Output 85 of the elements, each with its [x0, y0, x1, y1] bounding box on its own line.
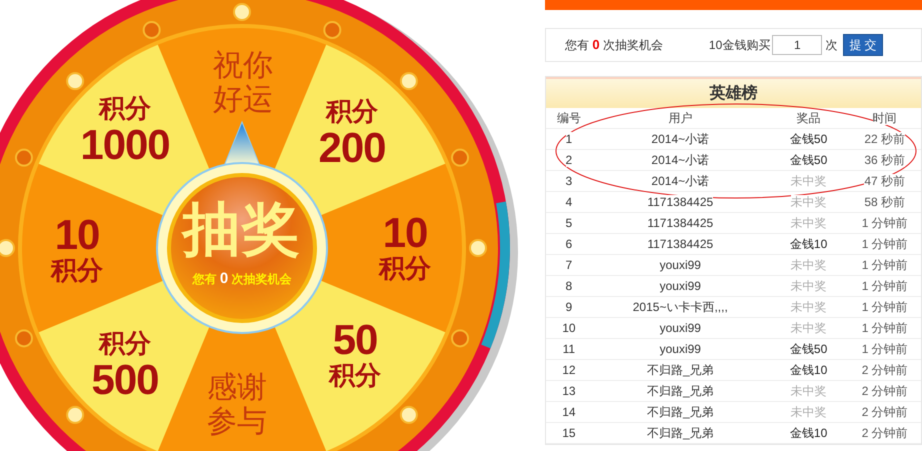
time-ago: 22 秒前	[864, 132, 906, 146]
prize-name: 金钱10	[790, 237, 828, 251]
time-ago: 1 分钟前	[862, 237, 908, 251]
column-header: 奖品	[796, 111, 821, 125]
prize-amount: 50	[332, 319, 378, 361]
column-header: 时间	[872, 111, 897, 125]
prize-name: 未中奖	[790, 405, 827, 419]
time-ago: 2 分钟前	[862, 363, 908, 377]
row-number: 2	[566, 153, 572, 167]
prize-name: 未中奖	[790, 279, 827, 293]
prize-name: 未中奖	[790, 300, 827, 314]
prize-label: 积分	[329, 361, 381, 391]
user-name: 1171384425	[647, 216, 714, 230]
prize-label: 积分	[326, 97, 378, 127]
time-ago: 1 分钟前	[862, 279, 908, 293]
prize-label: 积分	[99, 94, 151, 124]
prize-amount: 500	[92, 359, 158, 401]
user-name: 2014~小诺	[651, 153, 710, 167]
prize-text: 感谢 参与	[206, 371, 268, 439]
prize-name: 未中奖	[790, 258, 827, 272]
user-name: 2015~い卡卡西,,,,	[632, 300, 728, 314]
unit-label: 次	[825, 37, 838, 54]
row-number: 8	[566, 279, 572, 293]
column-header: 编号	[556, 111, 581, 125]
prize-name: 未中奖	[790, 195, 827, 209]
time-ago: 2 分钟前	[862, 405, 908, 419]
row-number: 14	[562, 405, 576, 419]
row-number: 10	[562, 321, 576, 335]
row-number: 7	[566, 258, 572, 272]
prize-name: 未中奖	[790, 321, 827, 335]
prize-name: 金钱50	[790, 342, 828, 356]
prize-name: 金钱10	[790, 426, 828, 440]
prize-amount: 10	[54, 214, 100, 256]
user-name: 不归路_兄弟	[646, 405, 714, 419]
prize-amount: 10	[382, 212, 428, 254]
prize-amount: 1000	[80, 124, 170, 166]
prize-name: 金钱50	[790, 153, 828, 167]
row-number: 6	[566, 237, 572, 251]
user-name: youxi99	[660, 279, 701, 293]
row-number: 11	[562, 342, 576, 356]
user-name: 不归路_兄弟	[646, 384, 714, 398]
purchase-label: 10金钱购买	[708, 37, 770, 54]
row-number: 3	[566, 174, 572, 188]
prize-name: 未中奖	[790, 216, 827, 230]
submit-button[interactable]: 提 交	[843, 34, 883, 56]
chance-text: 您有 0 次抽奖机会	[565, 36, 663, 54]
user-name: 2014~小诺	[651, 132, 710, 146]
user-name: 不归路_兄弟	[646, 363, 714, 377]
prize-name: 金钱50	[790, 132, 828, 146]
time-ago: 36 秒前	[864, 153, 906, 167]
user-name: 1171384425	[647, 237, 714, 251]
time-ago: 1 分钟前	[862, 216, 908, 230]
time-ago: 47 秒前	[864, 174, 906, 188]
row-number: 5	[566, 216, 572, 230]
time-ago: 1 分钟前	[862, 300, 908, 314]
leaderboard-title: 英雄榜	[546, 77, 921, 108]
quantity-field[interactable]: 1	[772, 35, 822, 55]
prize-name: 金钱10	[790, 363, 828, 377]
chance-note: 您有 0 次抽奖机会	[191, 269, 293, 289]
prize-label: 积分	[99, 329, 151, 359]
time-ago: 1 分钟前	[862, 258, 908, 272]
row-number: 9	[566, 300, 572, 314]
time-ago: 1 分钟前	[862, 342, 908, 356]
row-number: 15	[562, 426, 576, 440]
user-name: 1171384425	[647, 195, 714, 209]
prize-label: 积分	[51, 256, 103, 286]
row-number: 12	[562, 363, 576, 377]
user-name: youxi99	[660, 258, 701, 272]
prize-text: 祝你 好运	[212, 49, 274, 117]
user-name: 2014~小诺	[651, 174, 710, 188]
prize-amount: 200	[318, 127, 386, 169]
row-number: 1	[566, 132, 572, 146]
user-name: 不归路_兄弟	[646, 426, 714, 440]
prize-label: 积分	[379, 254, 431, 284]
prize-name: 未中奖	[790, 384, 827, 398]
row-number: 4	[566, 195, 572, 209]
time-ago: 1 分钟前	[862, 321, 908, 335]
user-name: youxi99	[660, 342, 701, 356]
time-ago: 2 分钟前	[862, 384, 908, 398]
row-number: 13	[562, 384, 576, 398]
user-name: youxi99	[660, 321, 701, 335]
column-header: 用户	[668, 111, 692, 125]
time-ago: 58 秒前	[864, 195, 906, 209]
time-ago: 2 分钟前	[862, 426, 908, 440]
prize-name: 未中奖	[790, 174, 827, 188]
